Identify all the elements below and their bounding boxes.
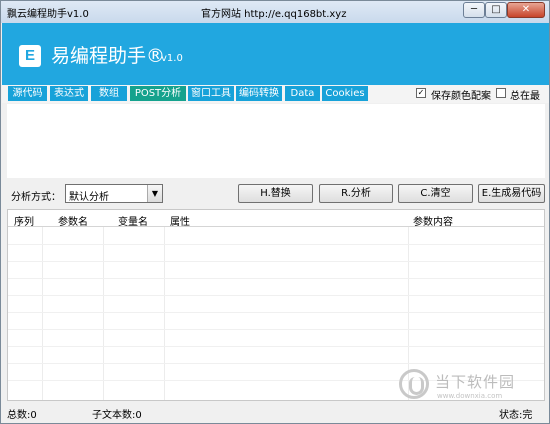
title-bar: 飘云编程助手v1.0 官方网站 http://e.qq168bt.xyz ─ □…	[1, 1, 549, 23]
window-title: 飘云编程助手v1.0	[7, 9, 89, 20]
tab-bar: 源代码 表达式 数组 POST分析 窗口工具 编码转换 Data Cookies…	[2, 85, 549, 117]
column-header-index[interactable]: 序列	[14, 213, 34, 228]
app-name: 易编程助手®	[51, 45, 166, 67]
maximize-button[interactable]: □	[485, 2, 507, 18]
close-button[interactable]: ✕	[507, 2, 545, 18]
tab-encoding[interactable]: 编码转换	[236, 86, 282, 101]
row-line	[8, 244, 544, 245]
generate-code-button[interactable]: E.生成易代码	[478, 184, 545, 203]
tab-array[interactable]: 数组	[91, 86, 127, 101]
header-banner: E 易编程助手® v1.0	[2, 23, 549, 85]
app-logo-icon: E	[19, 45, 41, 67]
analysis-mode-value: 默认分析	[69, 192, 109, 203]
column-header-param-content[interactable]: 参数内容	[413, 213, 453, 228]
column-divider	[103, 210, 104, 400]
column-divider	[42, 210, 43, 400]
row-line	[8, 312, 544, 313]
row-line	[8, 363, 544, 364]
tab-post-analysis[interactable]: POST分析	[130, 86, 186, 101]
chevron-down-icon[interactable]: ▼	[147, 185, 162, 202]
save-color-label: 保存颜色配案	[431, 91, 491, 102]
watermark-text: 当下软件园	[435, 373, 516, 391]
clear-button[interactable]: C.清空	[398, 184, 473, 203]
tab-cookies[interactable]: Cookies	[322, 86, 368, 101]
column-header-param-name[interactable]: 参数名	[58, 213, 88, 228]
watermark-logo-icon	[399, 369, 429, 399]
save-color-checkbox[interactable]: ✓	[416, 88, 426, 98]
watermark-url: www.downxia.com	[437, 392, 503, 400]
tab-source-code[interactable]: 源代码	[8, 86, 47, 101]
app-window: 飘云编程助手v1.0 官方网站 http://e.qq168bt.xyz ─ □…	[0, 0, 550, 424]
column-header-variable-name[interactable]: 变量名	[118, 213, 148, 228]
tab-data[interactable]: Data	[285, 86, 320, 101]
analysis-mode-select[interactable]: 默认分析 ▼	[65, 184, 163, 203]
replace-button[interactable]: H.替换	[238, 184, 313, 203]
status-bar: 总数:0 子文本数:0 状态:完	[2, 402, 549, 423]
status-state: 状态:完	[499, 410, 533, 421]
column-divider	[164, 210, 165, 400]
row-line	[8, 278, 544, 279]
analyze-button[interactable]: R.分析	[319, 184, 393, 203]
tab-window-tools[interactable]: 窗口工具	[188, 86, 234, 101]
row-line	[8, 329, 544, 330]
always-top-checkbox[interactable]	[496, 88, 506, 98]
minimize-button[interactable]: ─	[463, 2, 485, 18]
status-sub-text-count: 子文本数:0	[92, 410, 142, 421]
tab-expression[interactable]: 表达式	[50, 86, 88, 101]
row-line	[8, 295, 544, 296]
official-site-label: 官方网站 http://e.qq168bt.xyz	[201, 9, 347, 20]
status-total: 总数:0	[7, 410, 37, 421]
row-line	[8, 346, 544, 347]
table-header: 序列 参数名 变量名 属性 参数内容	[8, 210, 544, 228]
row-line	[8, 261, 544, 262]
app-version: v1.0	[161, 53, 183, 64]
post-data-input[interactable]	[7, 104, 545, 178]
analysis-mode-label: 分析方式：	[11, 192, 61, 203]
column-header-attribute[interactable]: 属性	[170, 213, 190, 228]
